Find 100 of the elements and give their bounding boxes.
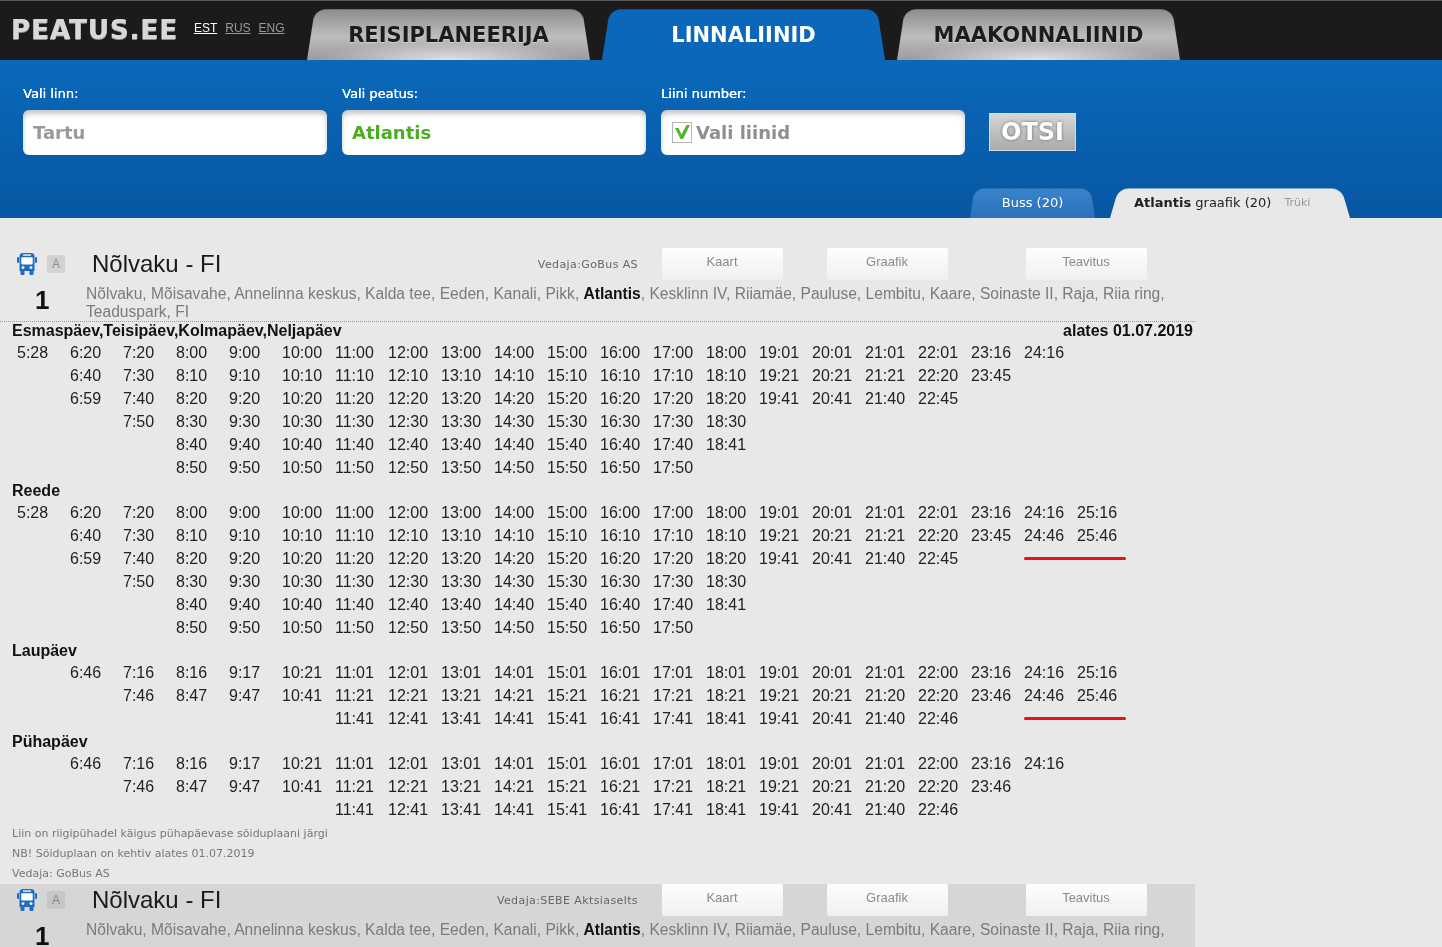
results-tab[interactable]: Buss (20) bbox=[970, 186, 1095, 218]
departure-time: 21:01 bbox=[865, 664, 907, 683]
departure-time: 22:20 bbox=[918, 367, 960, 386]
language-link[interactable]: RUS bbox=[225, 20, 251, 35]
departure-time: 10:21 bbox=[282, 755, 324, 774]
valid-from-label: alates 01.07.2019 bbox=[1063, 322, 1193, 341]
departure-time: 12:40 bbox=[388, 596, 430, 615]
departure-time: 12:00 bbox=[388, 344, 430, 363]
departure-time: 15:50 bbox=[547, 619, 589, 638]
departure-time: 12:20 bbox=[388, 390, 430, 409]
departure-time: 14:21 bbox=[494, 778, 536, 797]
departure-time: 18:10 bbox=[706, 527, 748, 546]
departure-time: 14:00 bbox=[494, 344, 536, 363]
departure-time: 14:41 bbox=[494, 801, 536, 820]
print-link[interactable]: Trüki bbox=[1284, 195, 1311, 209]
route-title[interactable]: Nõlvaku - FI bbox=[92, 250, 538, 278]
departure-time: 22:45 bbox=[918, 390, 960, 409]
departure-time: 17:00 bbox=[653, 344, 695, 363]
route-letter-badge: A bbox=[47, 255, 65, 273]
departure-time: 22:20 bbox=[918, 687, 960, 706]
departure-time: 17:01 bbox=[653, 664, 695, 683]
departure-time: 13:21 bbox=[441, 687, 483, 706]
departure-time: 11:41 bbox=[335, 801, 375, 820]
departure-time: 25:46 bbox=[1077, 527, 1119, 546]
departure-time: 21:01 bbox=[865, 344, 907, 363]
departure-time: 18:41 bbox=[706, 436, 748, 455]
departure-time: 15:30 bbox=[547, 573, 589, 592]
departure-time: 12:50 bbox=[388, 459, 430, 478]
departure-time: 17:50 bbox=[653, 619, 695, 638]
route-action-button[interactable]: Graafik bbox=[826, 248, 948, 280]
site-logo[interactable]: PEATUS.EE bbox=[11, 14, 178, 45]
departure-time: 16:00 bbox=[600, 504, 642, 523]
departure-time: 24:16 bbox=[1024, 344, 1066, 363]
departure-time: 22:46 bbox=[918, 710, 960, 729]
departure-time: 9:40 bbox=[229, 436, 262, 455]
departure-time: 7:20 bbox=[123, 504, 156, 523]
route-action-button[interactable]: Graafik bbox=[826, 884, 948, 916]
departure-time: 7:46 bbox=[123, 687, 156, 706]
nav-tab[interactable]: LINNALIINID bbox=[602, 6, 885, 60]
departure-time: 13:20 bbox=[441, 550, 483, 569]
departure-time: 16:30 bbox=[600, 413, 642, 432]
departure-time: 10:10 bbox=[282, 527, 324, 546]
departure-time: 20:01 bbox=[812, 755, 854, 774]
bus-icon bbox=[17, 253, 37, 275]
departure-time: 15:20 bbox=[547, 390, 589, 409]
departure-time: 8:20 bbox=[176, 390, 209, 409]
departure-time: 11:40 bbox=[335, 436, 375, 455]
route-action-button[interactable]: Kaart bbox=[661, 248, 783, 280]
departure-time: 12:01 bbox=[388, 755, 430, 774]
departure-time: 18:41 bbox=[706, 801, 748, 820]
departure-time: 18:00 bbox=[706, 344, 748, 363]
departure-time: 11:50 bbox=[335, 619, 375, 638]
departure-time: 21:40 bbox=[865, 801, 907, 820]
departure-time: 23:16 bbox=[971, 755, 1013, 774]
departure-time: 6:46 bbox=[70, 664, 103, 683]
departure-time: 21:40 bbox=[865, 710, 907, 729]
language-link[interactable]: ENG bbox=[258, 20, 285, 35]
departure-time: 10:40 bbox=[282, 436, 324, 455]
departure-time: 7:40 bbox=[123, 550, 156, 569]
departure-time: 17:21 bbox=[653, 687, 695, 706]
departure-time: 10:41 bbox=[282, 687, 324, 706]
departure-time: 9:30 bbox=[229, 413, 262, 432]
departure-time: 13:21 bbox=[441, 778, 483, 797]
route-title[interactable]: Nõlvaku - FI bbox=[92, 886, 497, 914]
departure-time: 23:16 bbox=[971, 664, 1013, 683]
nav-tab[interactable]: REISIPLANEERIJA bbox=[307, 6, 590, 60]
departure-time: 16:50 bbox=[600, 619, 642, 638]
route-action-button[interactable]: Kaart bbox=[661, 884, 783, 916]
city-field[interactable]: Tartu bbox=[23, 110, 327, 155]
checkbox[interactable] bbox=[672, 122, 692, 143]
departure-time: 11:00 bbox=[335, 344, 375, 363]
departure-time: 16:01 bbox=[600, 664, 642, 683]
departure-time: 23:45 bbox=[971, 367, 1013, 386]
departure-time: 17:30 bbox=[653, 413, 695, 432]
departure-time: 14:01 bbox=[494, 664, 536, 683]
results-tab[interactable]: Atlantis graafik (20) Trüki bbox=[1110, 186, 1350, 218]
day-heading: Laupäev bbox=[12, 642, 77, 661]
nav-tab[interactable]: MAAKONNALIINID bbox=[897, 6, 1180, 60]
departure-time: 9:17 bbox=[229, 755, 262, 774]
departure-time: 11:20 bbox=[335, 390, 375, 409]
departure-time: 23:16 bbox=[971, 504, 1013, 523]
line-number-field[interactable]: Vali liinid bbox=[661, 110, 965, 155]
departure-time: 13:41 bbox=[441, 801, 483, 820]
language-link[interactable]: EST bbox=[193, 20, 218, 35]
departure-time: 7:20 bbox=[123, 344, 156, 363]
departure-time: 8:10 bbox=[176, 367, 209, 386]
departure-time: 13:01 bbox=[441, 664, 483, 683]
departure-time: 18:20 bbox=[706, 550, 748, 569]
departure-time: 16:00 bbox=[600, 344, 642, 363]
route-action-button[interactable]: Teavitus bbox=[1025, 884, 1147, 916]
departure-time: 8:16 bbox=[176, 755, 209, 774]
route-action-button[interactable]: Teavitus bbox=[1025, 248, 1147, 280]
departure-time: 25:16 bbox=[1077, 664, 1119, 683]
stop-field[interactable]: Atlantis bbox=[342, 110, 646, 155]
departure-time: 6:59 bbox=[70, 390, 103, 409]
departure-time: 15:01 bbox=[547, 664, 589, 683]
departure-time: 22:46 bbox=[918, 801, 960, 820]
departure-time: 7:50 bbox=[123, 573, 156, 592]
departure-time: 18:01 bbox=[706, 755, 748, 774]
departure-time: 7:30 bbox=[123, 367, 156, 386]
